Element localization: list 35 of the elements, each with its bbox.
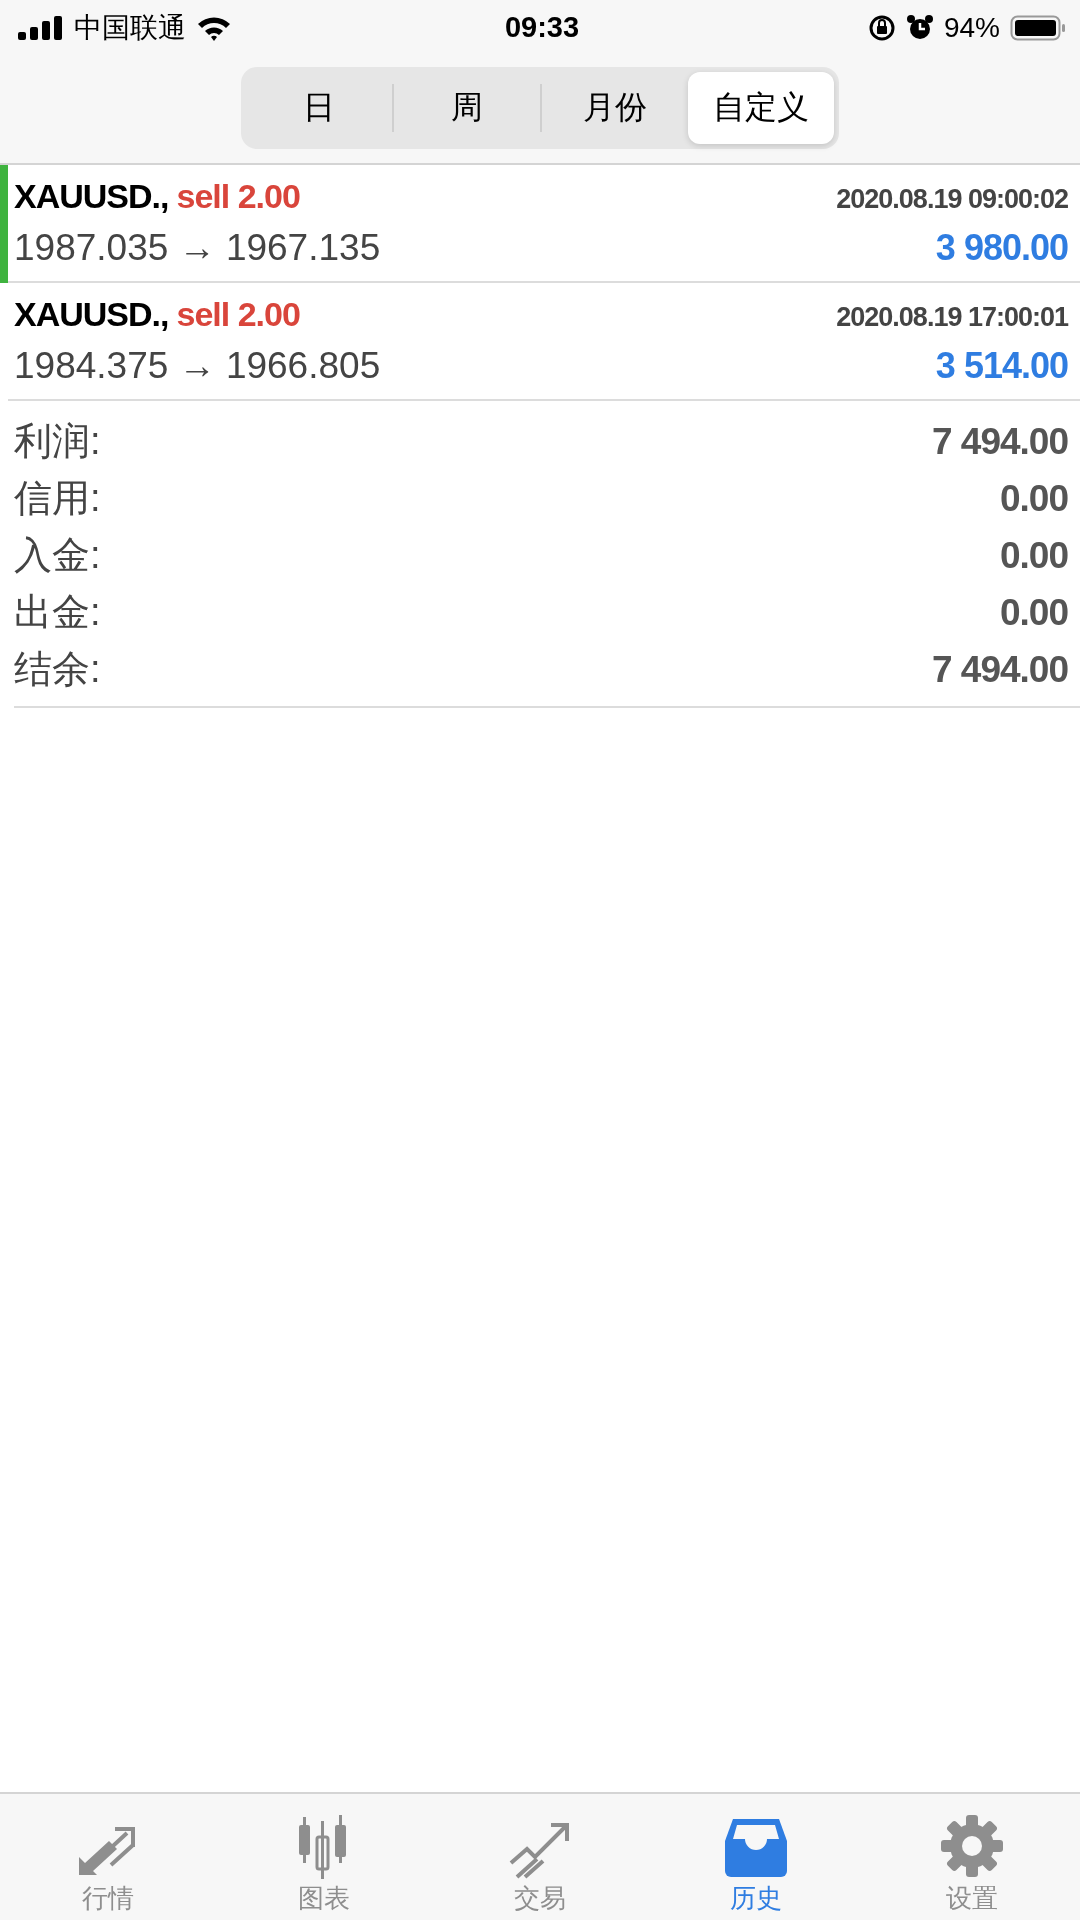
price-range: 1987.035 → 1967.135 [14, 227, 381, 270]
symbol-label: XAUUSD., [14, 294, 169, 334]
profit-value: 3 980.00 [935, 227, 1068, 270]
summary-label: 利润: [14, 419, 101, 464]
trade-action: sell 2.00 [176, 176, 300, 216]
summary-value: 0.00 [1000, 477, 1068, 520]
summary-label: 出金: [14, 590, 101, 635]
settings-icon [939, 1813, 1005, 1879]
nav-tab[interactable]: 历史 [648, 1794, 864, 1920]
trade-time: 2020.08.19 09:00:02 [836, 183, 1068, 215]
clock-time: 09:33 [504, 11, 580, 44]
battery-icon [1010, 13, 1066, 42]
summary-value: 7 494.00 [931, 648, 1068, 691]
summary-value: 7 494.00 [931, 420, 1068, 463]
inbox-tray-icon [723, 1817, 789, 1879]
trade-time: 2020.08.19 17:00:01 [836, 301, 1068, 333]
summary-value: 0.00 [1000, 534, 1068, 577]
rotation-lock-icon [867, 13, 896, 42]
trade-row[interactable]: XAUUSD., sell 2.00 2020.08.19 09:00:02 1987.035 → 1967.135 3 980.00 [8, 165, 1080, 283]
profit-value: 3 514.00 [935, 345, 1068, 388]
summary-label: 入金: [14, 533, 101, 578]
summary-value: 0.00 [1000, 591, 1068, 634]
symbol-label: XAUUSD., [14, 176, 169, 216]
trade-action: sell 2.00 [176, 294, 300, 334]
alarm-icon [905, 13, 934, 42]
carrier-name: 中国联通 [74, 10, 186, 45]
summary-label: 信用: [14, 476, 101, 521]
battery-percent: 94% [943, 11, 1000, 44]
period-tab[interactable]: 日 [246, 72, 392, 144]
summary-label: 结余: [14, 647, 101, 692]
price-range: 1984.375 → 1966.805 [14, 345, 381, 388]
trade-row[interactable]: XAUUSD., sell 2.00 2020.08.19 17:00:01 1984.375 → 1966.805 3 514.00 [8, 283, 1080, 401]
period-tab[interactable]: 自定义 [688, 72, 834, 144]
signal-icon [18, 15, 64, 40]
period-tab[interactable]: 周 [392, 84, 540, 132]
